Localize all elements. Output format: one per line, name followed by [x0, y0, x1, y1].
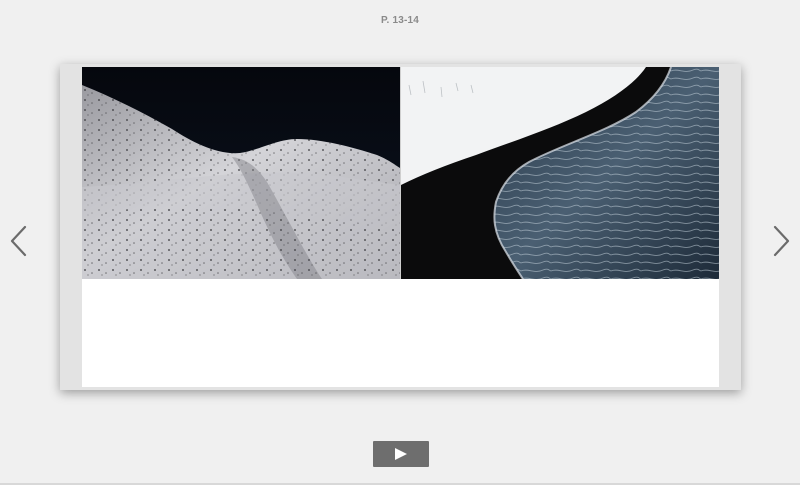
play-slideshow-button[interactable] — [373, 441, 429, 467]
black-sand-beach-photo — [401, 67, 719, 279]
book-spread-frame — [60, 64, 741, 390]
play-icon — [395, 448, 407, 460]
chevron-left-icon — [10, 225, 27, 257]
page-14[interactable] — [401, 67, 719, 387]
page-number-label: P. 13-14 — [380, 15, 420, 26]
chevron-right-icon — [773, 225, 790, 257]
next-page-button[interactable] — [770, 224, 792, 258]
page-13[interactable] — [82, 67, 400, 387]
page-spread[interactable] — [82, 67, 719, 387]
snowy-mountain-photo — [82, 67, 400, 279]
previous-page-button[interactable] — [8, 224, 30, 258]
